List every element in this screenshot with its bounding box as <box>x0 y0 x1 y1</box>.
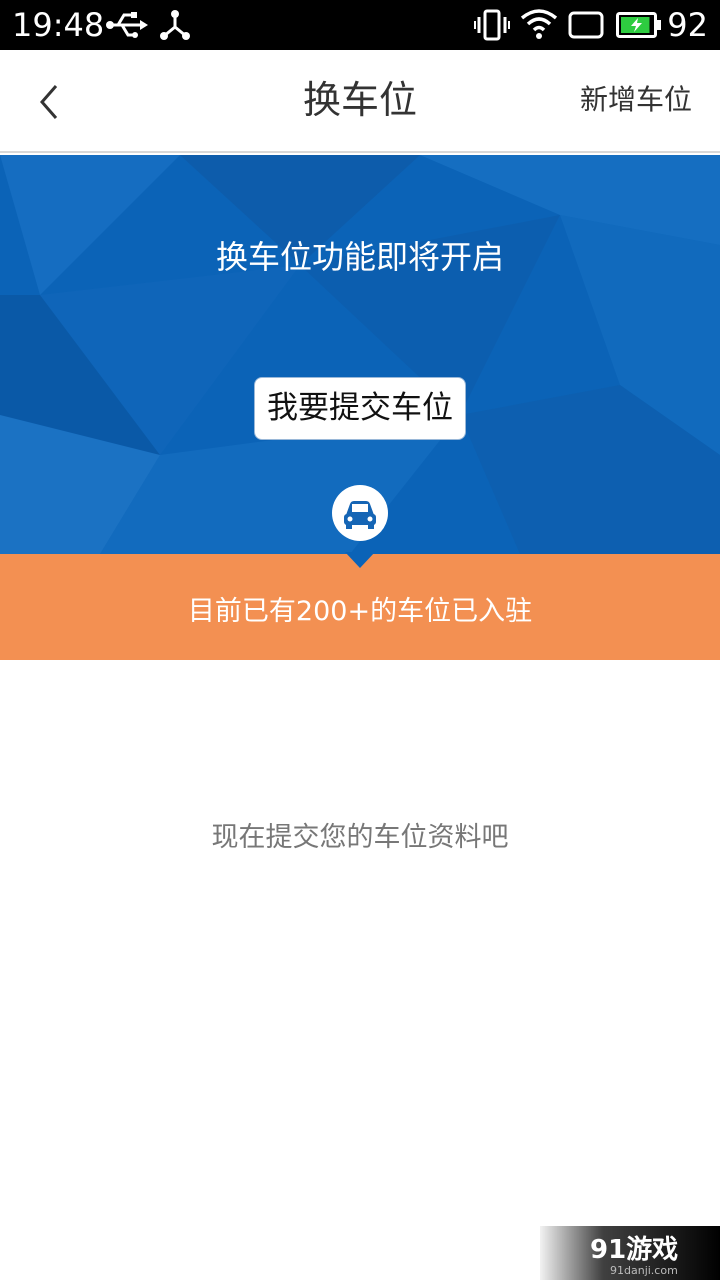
banner-pointer <box>345 552 375 568</box>
submit-parking-space-button[interactable]: 我要提交车位 <box>254 377 466 440</box>
battery-level: 92 <box>667 6 708 44</box>
add-parking-space-button[interactable]: 新增车位 <box>580 80 692 120</box>
wifi-icon <box>520 9 558 39</box>
watermark: 91游戏 91danji.com <box>540 1226 720 1280</box>
status-bar: 19:48 92 <box>0 0 720 50</box>
stats-banner: 目前已有200+的车位已入驻 <box>0 552 720 660</box>
usb-icon <box>106 12 148 38</box>
svg-text:91游戏: 91游戏 <box>590 1235 678 1265</box>
stats-banner-text: 目前已有200+的车位已入驻 <box>187 596 533 627</box>
nav-bar: 换车位 新增车位 <box>0 50 720 153</box>
car-icon <box>332 485 388 541</box>
watermark-logo: 91游戏 91danji.com <box>590 1235 678 1277</box>
hero-headline: 换车位功能即将开启 <box>215 238 504 276</box>
battery-charging-icon <box>616 12 661 38</box>
empty-state-message: 现在提交您的车位资料吧 <box>211 822 509 853</box>
hero-section: 换车位功能即将开启 我要提交车位 <box>0 155 720 554</box>
vibrate-icon <box>474 9 510 41</box>
screen-rect-icon <box>568 11 604 39</box>
share-hub-icon <box>160 10 190 40</box>
status-time: 19:48 <box>12 6 105 44</box>
svg-text:91danji.com: 91danji.com <box>610 1264 678 1277</box>
